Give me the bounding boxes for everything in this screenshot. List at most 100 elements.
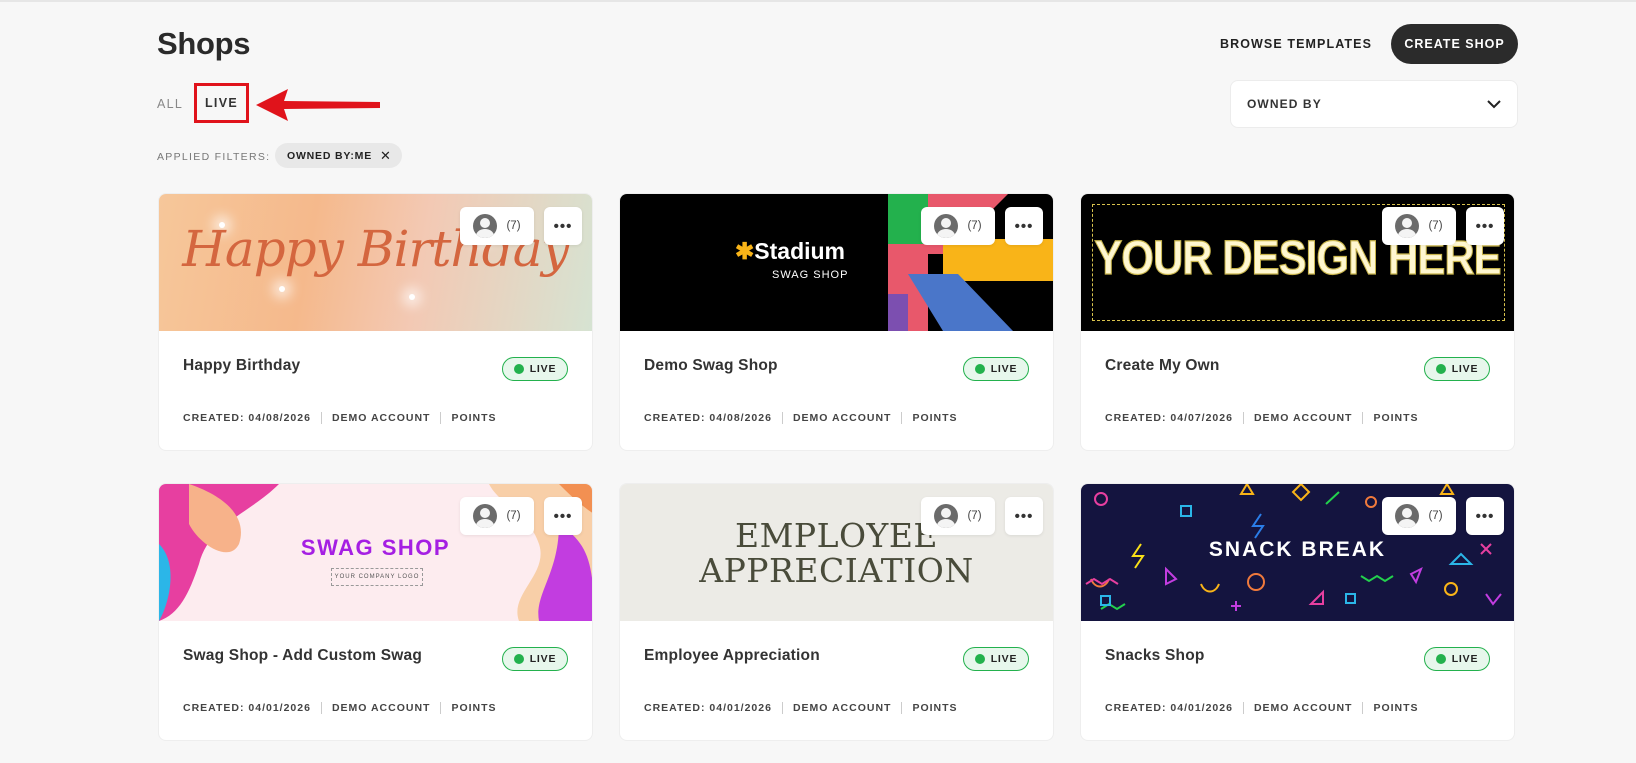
members-count: (7) <box>506 220 521 232</box>
top-divider <box>0 0 1636 2</box>
status-badge: LIVE <box>963 647 1029 671</box>
more-options-button[interactable]: ••• <box>1466 207 1504 245</box>
status-dot-icon <box>1435 654 1446 664</box>
ellipsis-icon: ••• <box>1014 217 1034 235</box>
shop-type: POINTS <box>1362 702 1428 714</box>
more-options-button[interactable]: ••• <box>544 207 582 245</box>
page-title: Shops <box>157 26 251 61</box>
shop-meta: CREATED: 04/01/2026 DEMO ACCOUNT POINTS <box>1105 702 1429 714</box>
members-button[interactable]: (7) <box>921 207 995 245</box>
shop-name[interactable]: Happy Birthday <box>183 357 300 375</box>
members-count: (7) <box>1428 510 1443 522</box>
tab-live[interactable]: LIVE <box>194 83 249 123</box>
banner-subtext: SWAG SHOP <box>772 269 849 281</box>
shop-meta: CREATED: 04/08/2026 DEMO ACCOUNT POINTS <box>644 412 968 424</box>
shop-type: POINTS <box>901 702 967 714</box>
owned-by-label: OWNED BY <box>1247 97 1322 111</box>
applied-filters-label: APPLIED FILTERS: <box>157 151 271 163</box>
created-date: CREATED: 04/01/2026 <box>183 702 311 714</box>
status-badge: LIVE <box>502 647 568 671</box>
shop-type: POINTS <box>1362 412 1428 424</box>
created-date: CREATED: 04/07/2026 <box>1105 412 1233 424</box>
shop-type: POINTS <box>440 412 506 424</box>
account-name: DEMO ACCOUNT <box>1242 702 1363 714</box>
more-options-button[interactable]: ••• <box>1005 207 1043 245</box>
status-label: LIVE <box>1451 653 1479 665</box>
status-label: LIVE <box>990 363 1018 375</box>
avatar-icon <box>934 504 959 528</box>
shop-name[interactable]: Employee Appreciation <box>644 647 820 665</box>
created-date: CREATED: 04/08/2026 <box>644 412 772 424</box>
account-name: DEMO ACCOUNT <box>781 412 902 424</box>
shop-name[interactable]: Swag Shop - Add Custom Swag <box>183 647 422 665</box>
shop-type: POINTS <box>901 412 967 424</box>
members-button[interactable]: (7) <box>460 497 534 535</box>
avatar-icon <box>473 504 498 528</box>
more-options-button[interactable]: ••• <box>544 497 582 535</box>
account-name: DEMO ACCOUNT <box>320 412 441 424</box>
owned-by-dropdown[interactable]: OWNED BY <box>1230 80 1518 128</box>
shop-name[interactable]: Create My Own <box>1105 357 1220 375</box>
created-date: CREATED: 04/01/2026 <box>644 702 772 714</box>
status-label: LIVE <box>1451 363 1479 375</box>
members-count: (7) <box>967 220 982 232</box>
shop-banner: Happy Birthday (7) ••• <box>159 194 592 331</box>
status-dot-icon <box>513 654 524 664</box>
members-button[interactable]: (7) <box>921 497 995 535</box>
created-date: CREATED: 04/08/2026 <box>183 412 311 424</box>
sparkle-icon <box>279 286 285 292</box>
ellipsis-icon: ••• <box>1475 217 1495 235</box>
status-badge: LIVE <box>1424 357 1490 381</box>
members-button[interactable]: (7) <box>1382 207 1456 245</box>
ellipsis-icon: ••• <box>1014 507 1034 525</box>
ellipsis-icon: ••• <box>1475 507 1495 525</box>
members-count: (7) <box>967 510 982 522</box>
shop-card[interactable]: YOUR DESIGN HERE (7) ••• Create My Own L… <box>1080 193 1515 451</box>
chip-label: OWNED BY:ME <box>287 149 373 162</box>
account-name: DEMO ACCOUNT <box>781 702 902 714</box>
shop-card[interactable]: Happy Birthday (7) ••• Happy Birthday LI… <box>158 193 593 451</box>
avatar-icon <box>473 214 498 238</box>
shop-name[interactable]: Snacks Shop <box>1105 647 1205 665</box>
created-date: CREATED: 04/01/2026 <box>1105 702 1233 714</box>
close-icon[interactable]: ✕ <box>380 148 392 164</box>
browse-templates-button[interactable]: BROWSE TEMPLATES <box>1206 24 1386 64</box>
members-button[interactable]: (7) <box>1382 497 1456 535</box>
status-badge: LIVE <box>963 357 1029 381</box>
chevron-down-icon <box>1487 99 1501 108</box>
more-options-button[interactable]: ••• <box>1005 497 1043 535</box>
tab-all[interactable]: ALL <box>157 97 183 111</box>
banner-subtext: YOUR COMPANY LOGO <box>331 568 423 586</box>
sparkle-icon <box>409 294 415 300</box>
shop-banner: SWAG SHOP YOUR COMPANY LOGO (7) ••• <box>159 484 592 621</box>
shop-meta: CREATED: 04/01/2026 DEMO ACCOUNT POINTS <box>183 702 507 714</box>
shop-card[interactable]: SNACK BREAK (7) ••• Snacks Shop LIVE CRE… <box>1080 483 1515 741</box>
banner-text: SNACK BREAK <box>1208 538 1387 561</box>
status-dot-icon <box>974 364 985 374</box>
banner-text: ✱Stadium <box>735 238 846 264</box>
members-count: (7) <box>1428 220 1443 232</box>
shop-card[interactable]: EMPLOYEE APPRECIATION (7) ••• Employee A… <box>619 483 1054 741</box>
shop-meta: CREATED: 04/08/2026 DEMO ACCOUNT POINTS <box>183 412 507 424</box>
shop-banner: ✱Stadium SWAG SHOP (7) ••• <box>620 194 1053 331</box>
status-label: LIVE <box>990 653 1018 665</box>
status-dot-icon <box>1435 364 1446 374</box>
status-dot-icon <box>974 654 985 664</box>
status-dot-icon <box>513 364 524 374</box>
shop-name[interactable]: Demo Swag Shop <box>644 357 778 375</box>
ellipsis-icon: ••• <box>553 507 573 525</box>
shop-card[interactable]: SWAG SHOP YOUR COMPANY LOGO (7) ••• Swag… <box>158 483 593 741</box>
shop-card[interactable]: ✱Stadium SWAG SHOP (7) ••• Demo Swag Sho… <box>619 193 1054 451</box>
shop-type: POINTS <box>440 702 506 714</box>
stadium-logo-icon: ✱ <box>735 238 755 264</box>
shop-meta: CREATED: 04/07/2026 DEMO ACCOUNT POINTS <box>1105 412 1429 424</box>
avatar-icon <box>1395 214 1420 238</box>
status-badge: LIVE <box>1424 647 1490 671</box>
more-options-button[interactable]: ••• <box>1466 497 1504 535</box>
status-label: LIVE <box>529 363 557 375</box>
banner-text: SWAG SHOP <box>300 535 451 560</box>
shop-banner: YOUR DESIGN HERE (7) ••• <box>1081 194 1514 331</box>
applied-filter-chip: OWNED BY:ME ✕ <box>275 143 402 168</box>
create-shop-button[interactable]: CREATE SHOP <box>1391 24 1518 64</box>
members-button[interactable]: (7) <box>460 207 534 245</box>
